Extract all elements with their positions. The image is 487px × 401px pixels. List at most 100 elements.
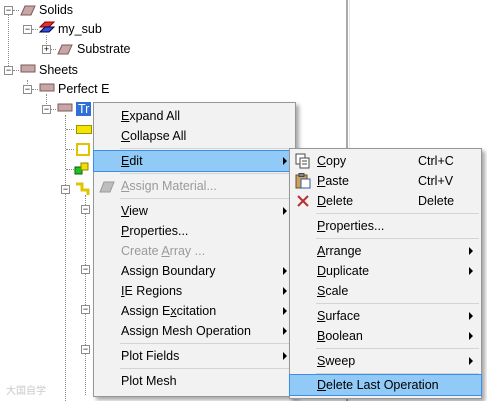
paste-icon xyxy=(295,173,311,189)
sheet-folder-icon xyxy=(20,64,36,73)
submenu-arrow-icon xyxy=(283,157,287,165)
copy-icon xyxy=(295,153,310,169)
menu-item-properties[interactable]: Properties... xyxy=(94,221,295,241)
sheet-group-icon xyxy=(39,83,55,92)
expand-toggle-icon[interactable]: + xyxy=(42,45,51,54)
watermark: 大国自学 xyxy=(6,386,46,397)
menu-separator xyxy=(120,148,293,149)
accel-key: A xyxy=(121,179,130,193)
menu-separator xyxy=(120,173,293,174)
expand-toggle-icon[interactable]: − xyxy=(81,205,90,214)
collapse-toggle-icon[interactable]: − xyxy=(4,66,13,75)
expand-toggle-icon[interactable]: − xyxy=(81,345,90,354)
menu-item-assign-mesh-operation[interactable]: Assign Mesh Operation xyxy=(94,321,295,341)
submenu-arrow-icon xyxy=(283,307,287,315)
tree-guide-line xyxy=(32,29,38,30)
submenu-arrow-icon xyxy=(469,332,473,340)
tree-guide-line xyxy=(8,15,9,70)
menu-item-delete-last-operation[interactable]: Delete Last Operation xyxy=(289,374,482,396)
menu-item-arrange[interactable]: Arrange xyxy=(290,241,481,261)
submenu-arrow-icon xyxy=(469,357,473,365)
tree-guide-line xyxy=(13,70,19,71)
menu-separator xyxy=(120,343,293,344)
edit-submenu: Copy Ctrl+C Paste Ctrl+V Delete Delete P… xyxy=(289,148,482,399)
accel-key: A xyxy=(161,244,170,258)
expand-toggle-icon[interactable]: − xyxy=(81,305,90,314)
accel-key: x xyxy=(170,304,177,318)
tree-guide-line xyxy=(66,129,74,130)
operation-icon xyxy=(76,125,92,134)
tree-guide-line xyxy=(66,149,74,150)
menu-item-edit[interactable]: Edit xyxy=(93,150,296,172)
menu-item-sweep[interactable]: Sweep xyxy=(290,351,481,371)
collapse-toggle-icon[interactable]: − xyxy=(61,185,70,194)
menu-item-label: Assign Mesh Operation xyxy=(121,324,251,338)
submenu-arrow-icon xyxy=(469,247,473,255)
tree-node-perfect-e[interactable]: Perfect E xyxy=(58,80,109,98)
menu-item-collapse-all[interactable]: Collapse All xyxy=(94,126,295,146)
context-menu: Expand All Collapse All Edit Assign Mate… xyxy=(93,102,296,397)
tree-guide-line xyxy=(32,89,38,90)
submenu-arrow-icon xyxy=(469,312,473,320)
menu-item-plot-fields[interactable]: Plot Fields xyxy=(94,346,295,366)
shortcut-label: Ctrl+C xyxy=(418,154,454,168)
submenu-arrow-icon xyxy=(283,207,287,215)
menu-item-label: Plot Mesh xyxy=(121,374,177,388)
menu-item-scale[interactable]: Scale xyxy=(290,281,481,301)
tree-node-my-sub[interactable]: my_sub xyxy=(58,20,102,38)
collapse-toggle-icon[interactable]: − xyxy=(42,105,51,114)
shortcut-label: Ctrl+V xyxy=(418,174,454,188)
menu-separator xyxy=(316,238,479,239)
menu-separator xyxy=(120,368,293,369)
operation-icon xyxy=(76,182,90,195)
menu-item-expand-all[interactable]: Expand All xyxy=(94,106,295,126)
menu-item-plot-mesh[interactable]: Plot Mesh xyxy=(94,371,295,391)
submenu-arrow-icon xyxy=(283,267,287,275)
accel-key: E xyxy=(121,154,130,168)
menu-item-label: Plot Fields xyxy=(121,349,180,363)
menu-item-view[interactable]: View xyxy=(94,201,295,221)
menu-item-ie-regions[interactable]: IE Regions xyxy=(94,281,295,301)
collapse-toggle-icon[interactable]: − xyxy=(23,85,32,94)
menu-item-assign-boundary[interactable]: Assign Boundary xyxy=(94,261,295,281)
tree-node-selected[interactable]: Tr xyxy=(76,100,92,118)
tree-node-substrate[interactable]: Substrate xyxy=(77,40,131,58)
collapse-toggle-icon[interactable]: − xyxy=(23,25,32,34)
tree-guide-line xyxy=(65,115,66,401)
menu-item-duplicate[interactable]: Duplicate xyxy=(290,261,481,281)
menu-item-assign-excitation[interactable]: Assign Excitation xyxy=(94,301,295,321)
tree-node-solids[interactable]: Solids xyxy=(39,1,73,19)
folder-solid-icon xyxy=(20,5,36,16)
tree-guide-line xyxy=(66,169,74,170)
expand-toggle-icon[interactable]: − xyxy=(81,265,90,274)
tree-node-sheets[interactable]: Sheets xyxy=(39,61,78,79)
menu-separator xyxy=(316,303,479,304)
menu-item-paste[interactable]: Paste Ctrl+V xyxy=(290,171,481,191)
tree-guide-line xyxy=(13,10,19,11)
submenu-arrow-icon xyxy=(283,352,287,360)
accel-key: E xyxy=(121,109,130,123)
tree-guide-line xyxy=(85,195,86,395)
shortcut-label: Delete xyxy=(418,194,455,208)
tree-node-selected-label: Tr xyxy=(76,102,92,116)
accel-key: V xyxy=(121,204,130,218)
menu-item-assign-material[interactable]: Assign Material... xyxy=(94,176,295,196)
sheet-object-icon xyxy=(57,103,73,112)
menu-item-label: Assign Boundary xyxy=(121,264,216,278)
collapse-toggle-icon[interactable]: − xyxy=(4,6,13,15)
menu-item-create-array[interactable]: Create Array ... xyxy=(94,241,295,261)
solid-object-icon xyxy=(57,44,73,55)
menu-separator xyxy=(316,348,479,349)
menu-item-delete[interactable]: Delete Delete xyxy=(290,191,481,211)
menu-item-edit-properties[interactable]: Properties... xyxy=(290,216,481,236)
menu-item-copy[interactable]: Copy Ctrl+C xyxy=(290,151,481,171)
tree-guide-line xyxy=(51,109,56,110)
menu-item-surface[interactable]: Surface xyxy=(290,306,481,326)
delete-x-icon xyxy=(297,195,309,207)
submenu-arrow-icon xyxy=(469,267,473,275)
menu-separator xyxy=(316,373,479,374)
assign-material-icon xyxy=(99,181,115,193)
material-group-icon xyxy=(39,21,55,33)
submenu-arrow-icon xyxy=(283,287,287,295)
menu-item-boolean[interactable]: Boolean xyxy=(290,326,481,346)
